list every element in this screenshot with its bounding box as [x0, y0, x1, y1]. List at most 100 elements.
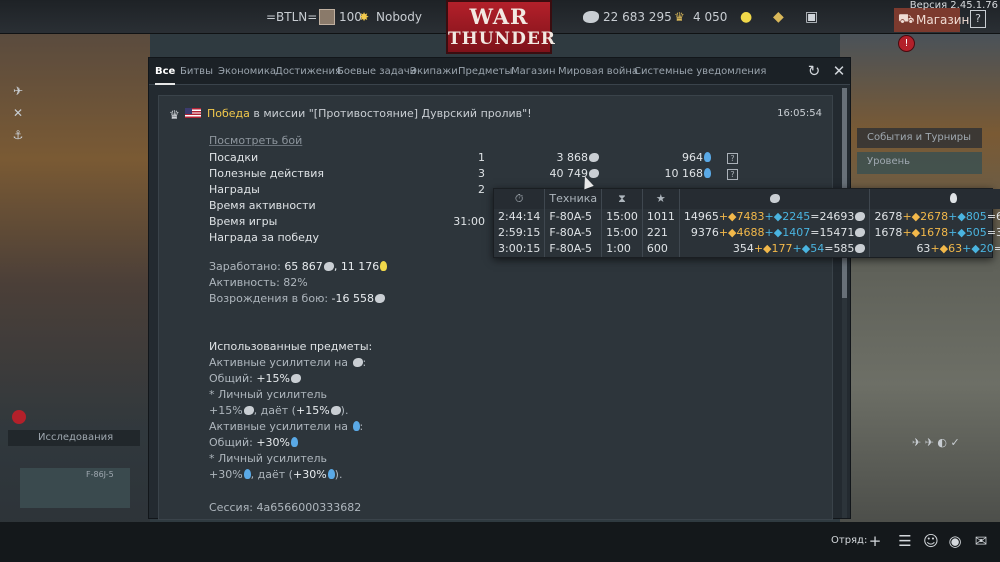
table-row: 2:44:14 F-80A-5 15:00 1011 14965+◆7483+◆…	[494, 209, 1000, 225]
row-vehicle: F-80A-5	[544, 241, 603, 257]
events-button[interactable]: События и Турниры	[857, 128, 982, 148]
tab-economy[interactable]: Экономика	[218, 58, 276, 85]
tab-shop[interactable]: Магазин	[511, 58, 556, 85]
rp-bulb-icon	[380, 261, 388, 271]
refresh-icon[interactable]: ↻	[805, 62, 823, 80]
row-silver: 9376+◆4688+◆1407=15471	[679, 225, 871, 241]
help-button[interactable]: ?	[970, 10, 986, 28]
golden-eagles-icon: ♛	[674, 10, 685, 24]
details-button[interactable]: ?	[727, 153, 738, 164]
player-nickname[interactable]: Nobody	[376, 0, 422, 34]
stat-label: Время активности	[209, 199, 316, 212]
stat-row-useful-actions: Полезные действия	[209, 166, 324, 182]
hangar-background-right	[840, 34, 1000, 534]
stat-label: Полезные действия	[209, 167, 325, 180]
stat-rp-value: 964	[682, 151, 703, 164]
alert-badge-left[interactable]	[12, 410, 26, 424]
squadron-tag[interactable]: =BTLN=	[266, 0, 317, 34]
stat-row-awards: Награды	[209, 182, 260, 198]
stat-count: 1	[478, 151, 485, 164]
notifications-icon[interactable]: ✉	[972, 532, 990, 550]
row-score: 1011	[642, 209, 680, 225]
research-label: Исследования	[38, 432, 114, 443]
duration-column-icon: ⧗	[601, 189, 643, 209]
notifications-panel: Все Битвы Экономика Достижения Боевые за…	[148, 57, 851, 520]
alert-icon[interactable]: !	[898, 35, 915, 52]
row-vehicle: F-80A-5	[544, 209, 603, 225]
avatar[interactable]	[319, 9, 335, 25]
silver-icon	[323, 262, 334, 271]
breakdown-table: ⏱ Техника ⧗ ★ 2:44:14 F-80A-5 15:00 1011…	[494, 189, 1000, 257]
booster-result: +15%	[295, 404, 330, 417]
stat-silver: 3 868	[519, 150, 599, 166]
tab-crews[interactable]: Экипажи	[410, 58, 458, 85]
silver-lions-balance: 22 683 295	[603, 10, 672, 24]
row-score: 600	[642, 241, 680, 257]
total-value: +30%	[256, 436, 290, 449]
respawn-label: Возрождения в бою:	[209, 292, 329, 305]
row-rp: 1678+◆1678+◆505=3861	[874, 226, 1000, 239]
silver-boosters-title: Активные усилители на :	[209, 356, 367, 369]
stat-count: 3	[478, 167, 485, 180]
squad-label: Отряд:	[831, 535, 868, 546]
stat-row-landings: Посадки	[209, 150, 258, 166]
items-title: Использованные предметы:	[209, 340, 373, 353]
row-vehicle: F-80A-5	[544, 225, 603, 241]
tab-combat-tasks[interactable]: Боевые задачи	[337, 58, 416, 85]
rp-icon	[327, 469, 335, 479]
vehicle-slot-name: F-86J-5	[86, 470, 114, 479]
war-thunder-logo: WAR THUNDER	[446, 0, 556, 54]
stat-label: Награды	[209, 183, 260, 196]
total-value: +15%	[256, 372, 290, 385]
time-column-icon: ⏱	[494, 189, 546, 209]
rp-column-icon	[869, 189, 1000, 209]
vehicle-slot[interactable]: F-86J-5	[20, 468, 130, 508]
left-toolbar-icons: ✈ ✕ ⚓	[12, 84, 24, 142]
booster-end: ).	[334, 468, 343, 481]
stat-rp: 10 168	[639, 166, 711, 182]
stat-label: Посадки	[209, 151, 259, 164]
silver-icon	[290, 374, 301, 383]
row-silver: 354+◆177+◆54=585	[679, 241, 871, 257]
tab-items[interactable]: Предметы	[458, 58, 512, 85]
add-squad-member-icon[interactable]: +	[866, 532, 884, 550]
close-icon[interactable]: ✕	[830, 62, 848, 80]
chat-icon[interactable]: ◉	[946, 532, 964, 550]
details-button[interactable]: ?	[727, 169, 738, 180]
tab-system-notifications[interactable]: Системные уведомления	[634, 58, 766, 85]
row-silver: 14965+◆7483+◆2245=24693	[679, 209, 871, 225]
tab-world-war[interactable]: Мировая война	[558, 58, 638, 85]
events-button-label: События и Турниры	[867, 132, 972, 143]
booster-gives: , даёт (	[250, 468, 293, 481]
tab-all[interactable]: Все	[155, 58, 176, 85]
level-button[interactable]: Уровень	[857, 152, 982, 174]
research-bulb-icon[interactable]: ●	[740, 0, 752, 34]
silver-icon	[243, 406, 254, 415]
victory-label: Победа	[207, 107, 250, 120]
booster-end: ).	[340, 404, 349, 417]
tab-achievements[interactable]: Достижения	[275, 58, 341, 85]
stat-row-victory-reward: Награда за победу	[209, 230, 319, 246]
session-id: Сессия: 4a6566000333682	[209, 501, 362, 514]
rp-icon	[352, 421, 360, 431]
golden-eagles-balance: 4 050	[693, 10, 728, 24]
coupon-icon[interactable]: ▣	[805, 0, 818, 34]
level-button-label: Уровень	[867, 156, 911, 167]
row-time: 2:59:15	[494, 225, 546, 241]
list-icon[interactable]: ☰	[896, 532, 914, 550]
logo-line1: WAR	[469, 4, 529, 29]
row-duration: 15:00	[601, 209, 643, 225]
rp-boosters-label: Активные усилители на	[209, 420, 349, 433]
rp-personal-booster: * Личный усилитель	[209, 452, 328, 465]
contacts-icon[interactable]: ☺	[922, 532, 940, 550]
rp-icon	[243, 469, 251, 479]
tab-battles[interactable]: Битвы	[180, 58, 213, 85]
silver-icon	[352, 358, 363, 367]
level-star-icon: ✸	[359, 10, 370, 24]
tab-bar: Все Битвы Экономика Достижения Боевые за…	[149, 58, 850, 85]
research-panel[interactable]: Исследования	[8, 430, 140, 446]
premium-diamond-icon[interactable]: ◆	[773, 0, 784, 34]
view-battle-link[interactable]: Посмотреть бой	[209, 134, 302, 147]
message-time: 16:05:54	[777, 108, 822, 119]
logo-line2: THUNDER	[448, 29, 556, 49]
